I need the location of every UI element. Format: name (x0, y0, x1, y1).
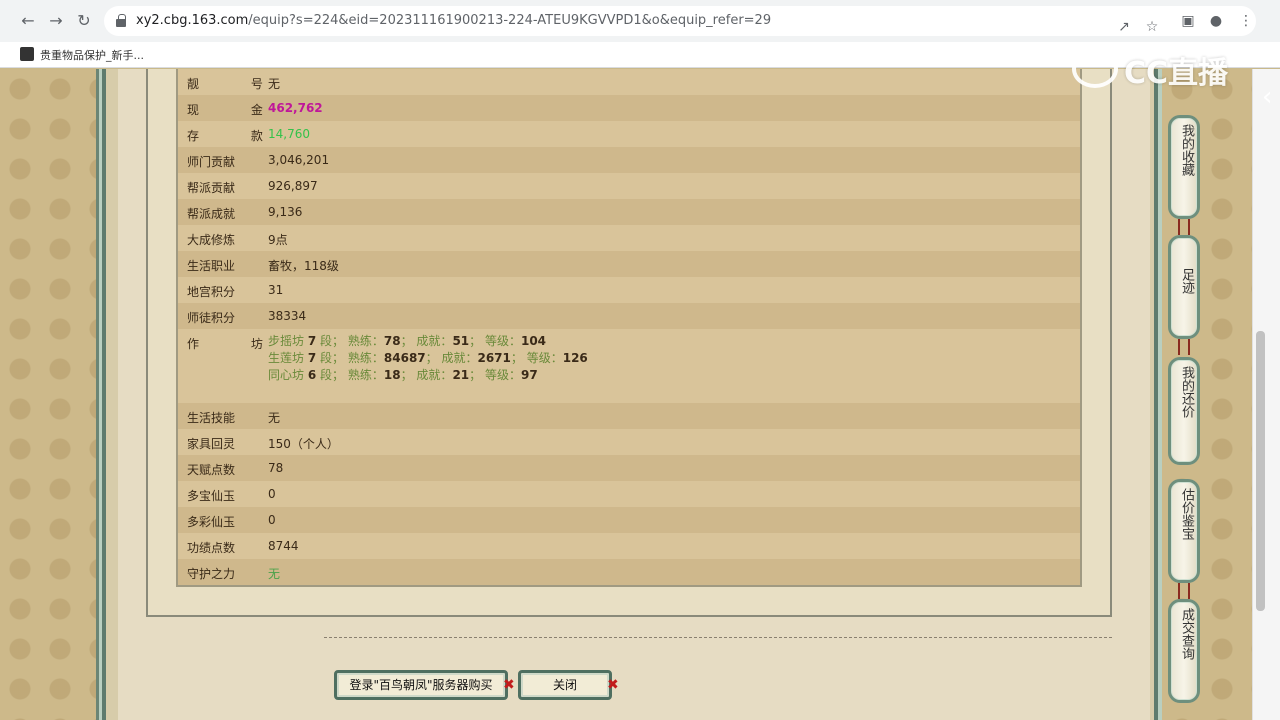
tab-connector (1178, 219, 1190, 235)
table-row: 生活技能 无 (178, 403, 1080, 429)
forward-icon[interactable]: → (46, 11, 66, 31)
tab-connector (1178, 339, 1190, 355)
table-row: 功绩点数 8744 (178, 533, 1080, 559)
row-label: 地宫积分 (187, 285, 236, 299)
row-value: 78 (268, 461, 284, 475)
frame-border-right (1150, 69, 1162, 720)
watermark-logo-icon (1072, 50, 1118, 88)
x-icon: ✖ (607, 677, 619, 693)
tab-my-counteroffer[interactable]: 我的还价 (1168, 357, 1200, 465)
table-row: 生活职业 畜牧，118级 (178, 251, 1080, 277)
frame-border-left (96, 69, 118, 720)
row-value: 无 (268, 411, 281, 425)
table-row: 地宫积分 31 (178, 277, 1080, 303)
row-value: 0 (268, 487, 276, 501)
x-icon: ✖ (503, 677, 515, 693)
row-value: 3,046,201 (268, 153, 330, 167)
row-label: 多宝仙玉 (187, 489, 236, 503)
reload-icon[interactable]: ↻ (74, 11, 94, 31)
login-buy-button[interactable]: 登录"百鸟朝凤"服务器购买 (334, 670, 508, 700)
row-label: 师徒积分 (187, 311, 236, 325)
table-row: 守护之力 无 (178, 559, 1080, 585)
browser-toolbar: ← → ↻ xy2.cbg.163.com/equip?s=224&eid=20… (0, 0, 1280, 42)
table-row: 多彩仙玉 0 (178, 507, 1080, 533)
table-row: 天赋点数 78 (178, 455, 1080, 481)
row-label: 功绩点数 (187, 541, 236, 555)
row-value: 0 (268, 513, 276, 527)
table-row: 多宝仙玉 0 (178, 481, 1080, 507)
divider (324, 637, 1112, 638)
bookmark-item[interactable]: 贵重物品保护_新手... (40, 47, 144, 63)
table-row: 师徒积分 38334 (178, 303, 1080, 329)
table-row: 靓 号 无 (178, 69, 1080, 95)
row-label: 帮派贡献 (187, 181, 236, 195)
row-value: 150（个人） (268, 437, 339, 451)
chevron-left-icon[interactable]: ‹ (1262, 82, 1272, 112)
bookmark-favicon-icon (20, 47, 34, 61)
row-label: 大成修炼 (187, 233, 236, 247)
row-label: 生活职业 (187, 259, 236, 273)
row-label: 天赋点数 (187, 463, 236, 477)
url-text[interactable]: xy2.cbg.163.com/equip?s=224&eid=20231116… (136, 13, 771, 28)
table-row: 现 金 462,762 (178, 95, 1080, 121)
row-value: 8744 (268, 539, 299, 553)
share-icon[interactable]: ↗ (1116, 19, 1132, 35)
background-left (0, 69, 96, 720)
workshop-line: 生莲坊 7 段； 熟练：84687； 成就：2671； 等级：126 (268, 351, 588, 365)
row-label: 帮派成就 (187, 207, 236, 221)
address-bar[interactable]: xy2.cbg.163.com/equip?s=224&eid=20231116… (104, 6, 1256, 36)
row-value: 462,762 (268, 101, 323, 115)
row-value: 9,136 (268, 205, 303, 219)
side-panel-icon[interactable]: ▣ (1180, 13, 1196, 29)
tab-connector (1178, 583, 1190, 599)
tab-appraise[interactable]: 估价鉴宝 (1168, 479, 1200, 583)
table-row: 帮派成就 9,136 (178, 199, 1080, 225)
row-value: 14,760 (268, 127, 310, 141)
workshop-list: 步摇坊 7 段； 熟练：78； 成就：51； 等级：104 生莲坊 7 段； 熟… (268, 333, 588, 384)
table-row: 帮派贡献 926,897 (178, 173, 1080, 199)
row-value: 38334 (268, 309, 307, 323)
row-value: 9点 (268, 233, 288, 247)
row-label: 守护之力 (187, 567, 236, 581)
menu-icon[interactable]: ⋮ (1238, 13, 1254, 29)
tab-my-favorites[interactable]: 我的收藏 (1168, 115, 1200, 219)
page-content: 靓 号 无 现 金 462,762 存 款 14,760 师门贡献 3,046,… (0, 69, 1280, 720)
row-value: 926,897 (268, 179, 318, 193)
scroll-thumb[interactable] (1256, 331, 1265, 611)
table-row: 师门贡献 3,046,201 (178, 147, 1080, 173)
row-value: 无 (268, 77, 281, 91)
workshop-line: 同心坊 6 段； 熟练：18； 成就：21； 等级：97 (268, 368, 538, 382)
lock-icon[interactable] (116, 14, 126, 27)
bookmark-star-icon[interactable]: ☆ (1144, 19, 1160, 35)
workshop-line: 步摇坊 7 段； 熟练：78； 成就：51； 等级：104 (268, 334, 547, 348)
row-value: 31 (268, 283, 284, 297)
role-info-table: 靓 号 无 现 金 462,762 存 款 14,760 师门贡献 3,046,… (178, 69, 1080, 585)
table-row: 大成修炼 9点 (178, 225, 1080, 251)
tab-deal-query[interactable]: 成交查询 (1168, 599, 1200, 703)
back-icon[interactable]: ← (18, 11, 38, 31)
row-label: 师门贡献 (187, 155, 236, 169)
scrollbar[interactable] (1252, 69, 1280, 720)
row-value: 畜牧，118级 (268, 259, 339, 273)
profile-icon[interactable]: ● (1208, 13, 1224, 29)
close-button[interactable]: 关闭 (518, 670, 612, 700)
row-label: 多彩仙玉 (187, 515, 236, 529)
row-value: 无 (268, 567, 281, 581)
row-label: 家具回灵 (187, 437, 236, 451)
table-row: 存 款 14,760 (178, 121, 1080, 147)
tab-footprint[interactable]: 足迹 (1168, 235, 1200, 339)
workshop-row: 作 坊 步摇坊 7 段； 熟练：78； 成就：51； 等级：104 生莲坊 7 … (178, 329, 1080, 403)
watermark: CC直播 (1124, 56, 1229, 91)
row-label: 生活技能 (187, 411, 236, 425)
table-row: 家具回灵 150（个人） (178, 429, 1080, 455)
